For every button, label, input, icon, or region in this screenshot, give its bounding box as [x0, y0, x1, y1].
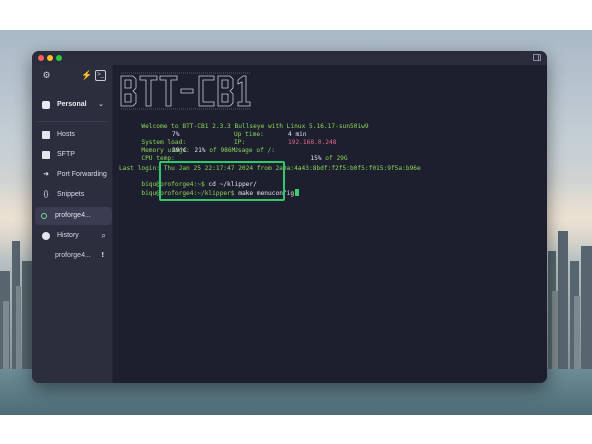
- braces-icon: {}: [43, 191, 49, 198]
- maximize-window-button[interactable]: [56, 55, 62, 61]
- sidebar-item-snippets[interactable]: {} Snippets: [37, 187, 110, 203]
- sidebar-item-label: Hosts: [57, 131, 75, 138]
- sidebar-item-sftp[interactable]: SFTP: [37, 147, 110, 163]
- hosts-icon: [42, 131, 50, 139]
- sidebar-item-hosts[interactable]: Hosts: [37, 127, 110, 143]
- sidebar-item-label: SFTP: [57, 151, 75, 158]
- stat-ip: IP:: [234, 139, 246, 146]
- warning-badge: !: [101, 252, 104, 259]
- gear-icon[interactable]: ⚙: [41, 70, 52, 81]
- ascii-art-banner: [120, 72, 251, 110]
- history-item[interactable]: proforge4... !: [37, 249, 110, 263]
- session-status-icon: [41, 213, 47, 219]
- toggle-panel-icon[interactable]: [533, 54, 541, 61]
- stat-usage: Usage of /:: [234, 147, 275, 154]
- stat-cpu-temp-value: 39°C: [172, 147, 187, 154]
- folder-icon: [42, 151, 50, 159]
- history-label: History: [57, 232, 79, 239]
- vault-selector[interactable]: Personal ⌄: [37, 97, 110, 113]
- highlight-box: [159, 161, 285, 201]
- chevron-down-icon: ⌄: [98, 101, 104, 108]
- active-session-tab[interactable]: proforge4...: [35, 207, 112, 225]
- terminal-output[interactable]: Welcome to BTT-CB1 2.3.3 Bullseye with L…: [113, 65, 547, 383]
- session-label: proforge4...: [55, 212, 91, 219]
- stat-system-load-value: 7%: [172, 131, 180, 138]
- search-icon[interactable]: ⌕: [102, 228, 106, 244]
- minimize-window-button[interactable]: [47, 55, 53, 61]
- sidebar-item-label: Snippets: [57, 191, 85, 198]
- history-section-header[interactable]: History ⌕: [37, 228, 110, 244]
- sidebar-item-port-forwarding[interactable]: ➜ Port Forwarding: [37, 167, 110, 183]
- vault-label: Personal: [57, 101, 87, 108]
- stat-up-time-value: 4 min: [288, 131, 307, 138]
- arrow-icon: ➜: [43, 171, 49, 178]
- close-window-button[interactable]: [38, 55, 44, 61]
- vault-icon: [42, 101, 50, 109]
- history-item-label: proforge4...: [55, 252, 91, 259]
- stat-up-time: Up time:: [234, 131, 264, 138]
- title-bar: [32, 51, 547, 65]
- sidebar: ⚙ ⚡ >_ Personal ⌄ Hosts SFTP ➜ Port Forw…: [32, 65, 113, 383]
- terminal-app-window: ⚙ ⚡ >_ Personal ⌄ Hosts SFTP ➜ Port Forw…: [32, 51, 547, 383]
- sidebar-item-label: Port Forwarding: [57, 171, 107, 178]
- plug-icon[interactable]: ⚡: [81, 70, 92, 81]
- terminal-cursor: [295, 189, 300, 196]
- history-icon: [42, 232, 50, 240]
- stat-ip-value: 192.168.0.248: [288, 139, 337, 146]
- terminal-icon[interactable]: >_: [95, 70, 106, 81]
